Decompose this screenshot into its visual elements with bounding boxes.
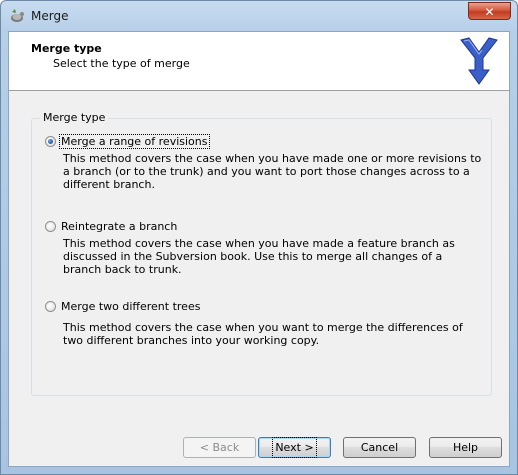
radio-reintegrate[interactable] <box>45 221 56 232</box>
merge-dialog-window: Merge ✕ Merge type Select the type of me… <box>0 0 518 475</box>
next-label: Next > <box>272 437 317 458</box>
option-label[interactable]: Reintegrate a branch <box>60 220 178 233</box>
option-description: This method covers the case when you wan… <box>63 321 463 347</box>
option-label[interactable]: Merge two different trees <box>60 300 201 313</box>
cancel-label: Cancel <box>360 441 399 454</box>
tortoisesvn-merge-icon <box>460 37 498 85</box>
option-description: This method covers the case when you hav… <box>63 152 482 191</box>
back-button[interactable]: < Back <box>183 437 256 458</box>
group-legend: Merge type <box>40 111 109 124</box>
help-label: Help <box>452 441 479 454</box>
close-button[interactable]: ✕ <box>468 2 511 20</box>
cancel-button[interactable]: Cancel <box>343 437 416 458</box>
page-title: Merge type <box>31 42 102 55</box>
dialog-client-area: Merge type Select the type of merge Merg… <box>8 31 510 467</box>
title-bar[interactable]: Merge ✕ <box>1 1 517 31</box>
wizard-header: Merge type Select the type of merge <box>9 32 509 91</box>
radio-merge-trees[interactable] <box>45 301 56 312</box>
radio-merge-range[interactable] <box>45 136 56 147</box>
close-icon: ✕ <box>484 5 495 19</box>
merge-type-group: Merge type Merge a range of revisions Th… <box>31 111 492 396</box>
back-label: < Back <box>199 441 240 454</box>
help-button[interactable]: Help <box>429 437 502 458</box>
window-title: Merge <box>31 9 69 23</box>
option-description: This method covers the case when you hav… <box>63 237 455 276</box>
page-subtitle: Select the type of merge <box>53 57 190 70</box>
option-label[interactable]: Merge a range of revisions <box>59 134 210 149</box>
tortoisesvn-app-icon <box>11 9 24 22</box>
next-button[interactable]: Next > <box>258 437 331 458</box>
